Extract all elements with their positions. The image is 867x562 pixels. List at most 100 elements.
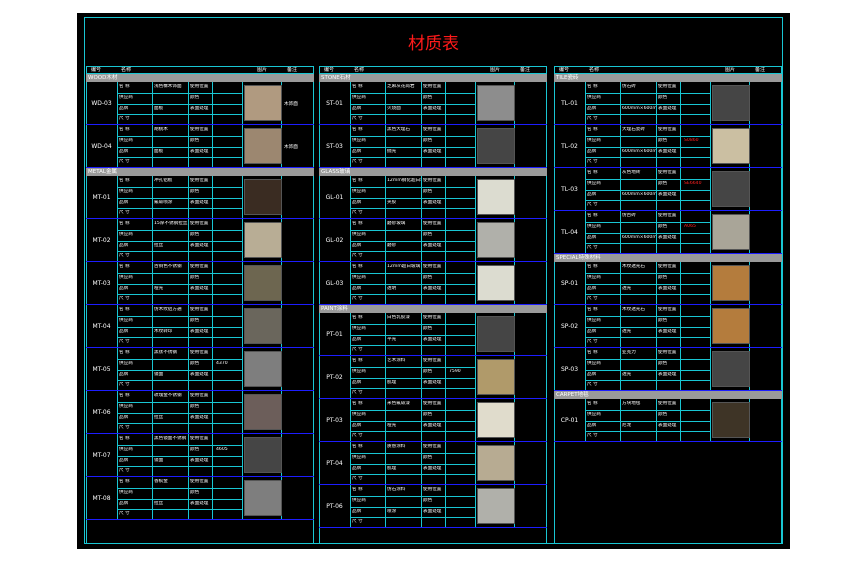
material-value: 火烧面 bbox=[387, 105, 401, 111]
field-label: 颜色 bbox=[658, 180, 668, 186]
field-label: 品牌 bbox=[352, 422, 362, 428]
material-row: CP-01 名 称 使用位置 供应商 颜色 品牌 表面处理尺 寸 方块地毯 尼龙 bbox=[554, 399, 782, 442]
field-label: 供应商 bbox=[119, 94, 133, 100]
material-code: MT-07 bbox=[86, 434, 118, 476]
field-label: 品牌 bbox=[587, 285, 597, 291]
grid-line bbox=[242, 82, 243, 124]
field-label: 尺 寸 bbox=[119, 425, 130, 431]
grid-line bbox=[475, 399, 476, 441]
material-code: WD-04 bbox=[86, 125, 118, 167]
grid-line bbox=[242, 305, 243, 347]
material-value: 透光 bbox=[622, 285, 632, 291]
material-swatch bbox=[244, 351, 282, 387]
material-code: SP-01 bbox=[554, 262, 586, 304]
grid-line bbox=[350, 334, 475, 336]
material-code: TL-04 bbox=[554, 211, 586, 253]
material-row: MT-06 名 称 使用位置 供应商 颜色 品牌 表面处理尺 寸 玫瑰金不锈钢 拉丝 bbox=[86, 391, 314, 434]
material-row: TL-01名 称 使用位置供应商 颜色品牌 表面处理尺 寸 仿石砖 600mm×600mm bbox=[554, 82, 782, 125]
header-image: 图片 bbox=[490, 67, 501, 73]
field-label: 颜色 bbox=[190, 188, 200, 194]
field-label: 颜色 bbox=[658, 223, 668, 229]
material-value: 白色乳胶漆 bbox=[387, 315, 410, 320]
field-label: 颜色 bbox=[190, 446, 200, 452]
field-label: 供应商 bbox=[587, 180, 601, 186]
grid-line bbox=[710, 262, 711, 304]
field-label: 使用位置 bbox=[658, 84, 677, 89]
material-swatch bbox=[712, 128, 750, 164]
field-label: 品牌 bbox=[352, 199, 362, 205]
material-row: MT-02 名 称 使用位置 供应商 颜色 品牌 表面处理尺 寸 15厚不锈钢拉丝 拉丝 bbox=[86, 219, 314, 262]
material-code: MT-06 bbox=[86, 391, 118, 433]
material-value: 肌理 bbox=[387, 465, 397, 471]
field-label: 尺 寸 bbox=[352, 296, 363, 302]
grid-line bbox=[350, 495, 475, 497]
field-label: 供应商 bbox=[352, 411, 366, 417]
field-label: 使用位置 bbox=[190, 436, 209, 441]
field-label: 尺 寸 bbox=[587, 339, 598, 345]
material-value: 600mm×600mm bbox=[622, 105, 656, 111]
field-label: 尺 寸 bbox=[119, 159, 130, 165]
field-label: 表面处理 bbox=[658, 191, 677, 197]
grid-line bbox=[585, 232, 710, 234]
material-code: MT-08 bbox=[86, 477, 118, 519]
field-label: 名 称 bbox=[352, 444, 363, 449]
field-label: 品牌 bbox=[119, 105, 129, 111]
field-label: 表面处理 bbox=[423, 199, 442, 205]
field-label: 品牌 bbox=[352, 336, 362, 342]
material-value: 大理石瓷砖 bbox=[622, 127, 645, 132]
material-extra: 4605 bbox=[216, 446, 228, 452]
field-label: 颜色 bbox=[423, 497, 433, 503]
grid-line bbox=[117, 326, 242, 328]
field-label: 名 称 bbox=[352, 315, 363, 320]
grid-line bbox=[475, 313, 476, 355]
grid-line bbox=[350, 229, 475, 231]
material-swatch bbox=[477, 265, 515, 301]
field-label: 使用位置 bbox=[658, 401, 677, 406]
material-row: PT-03 名 称 使用位置 供应商 颜色 品牌 表面处理尺 寸 米色氟碳漆 哑光 bbox=[319, 399, 547, 442]
material-swatch bbox=[244, 265, 282, 301]
field-label: 尺 寸 bbox=[587, 116, 598, 122]
field-label: 供应商 bbox=[119, 360, 133, 366]
grid-line bbox=[475, 356, 476, 398]
field-label: 名 称 bbox=[119, 264, 130, 269]
field-label: 供应商 bbox=[587, 137, 601, 143]
grid-line bbox=[585, 157, 710, 159]
grid-line bbox=[350, 323, 475, 325]
grid-line bbox=[585, 146, 710, 148]
field-label: 表面处理 bbox=[190, 371, 209, 377]
field-label: 名 称 bbox=[119, 436, 130, 441]
grid-line bbox=[117, 208, 242, 210]
material-code: GL-02 bbox=[319, 219, 351, 261]
material-value: 方块地毯 bbox=[622, 401, 641, 406]
field-label: 供应商 bbox=[119, 137, 133, 143]
field-label: 颜色 bbox=[423, 454, 433, 460]
material-swatch bbox=[712, 402, 750, 438]
grid-line bbox=[585, 315, 710, 317]
field-label: 使用位置 bbox=[190, 350, 209, 355]
grid-line bbox=[710, 211, 711, 253]
grid-line bbox=[350, 251, 475, 253]
section-header: CARPET地毯 bbox=[554, 391, 782, 399]
grid-line bbox=[350, 157, 475, 159]
grid-line bbox=[117, 283, 242, 285]
material-code: MT-03 bbox=[86, 262, 118, 304]
grid-line bbox=[710, 168, 711, 210]
grid-line bbox=[350, 114, 475, 116]
field-label: 名 称 bbox=[352, 401, 363, 406]
grid-line bbox=[117, 466, 242, 468]
material-code: GL-03 bbox=[319, 262, 351, 304]
material-code: PT-01 bbox=[319, 313, 351, 355]
material-row: PT-06 名 称 使用位置 供应商 颜色 品牌 表面处理尺 寸 仿石涂料 喷涂 bbox=[319, 485, 547, 528]
grid-line bbox=[117, 92, 242, 94]
field-label: 使用位置 bbox=[658, 350, 677, 355]
material-value: 透光 bbox=[622, 328, 632, 334]
field-label: 使用位置 bbox=[658, 127, 677, 132]
grid-line bbox=[117, 380, 242, 382]
grid-line bbox=[117, 135, 242, 137]
field-label: 表面处理 bbox=[658, 422, 677, 428]
field-label: 名 称 bbox=[587, 84, 598, 89]
material-row: MT-08 名 称 使用位置 供应商 颜色 品牌 表面处理尺 寸 香槟金 拉丝 bbox=[86, 477, 314, 520]
material-value: 胡桃木 bbox=[154, 127, 168, 132]
field-label: 品牌 bbox=[352, 242, 362, 248]
field-label: 品牌 bbox=[119, 414, 129, 420]
